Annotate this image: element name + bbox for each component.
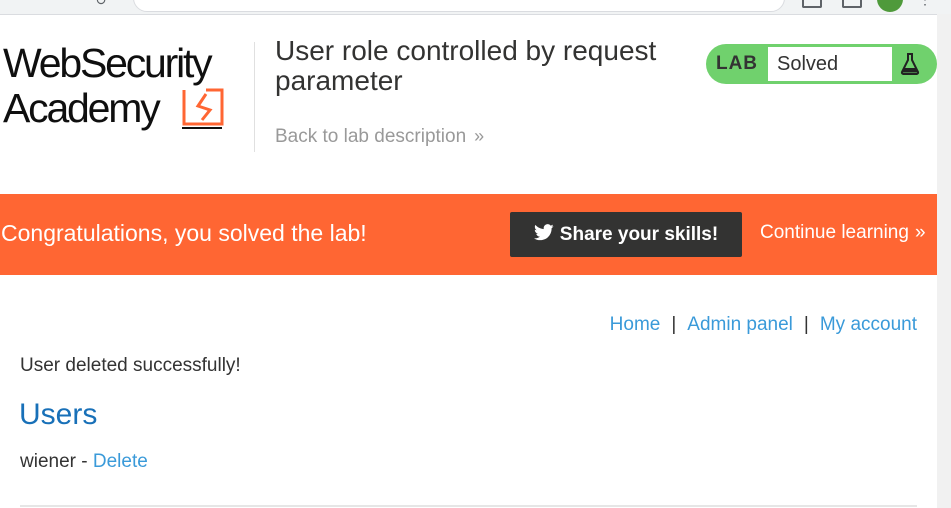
user-separator: - (75, 451, 93, 472)
address-bar[interactable] (133, 0, 785, 12)
continue-learning-link[interactable]: Continue learning» (760, 222, 925, 244)
share-skills-button[interactable]: Share your skills! (510, 212, 742, 257)
reload-icon[interactable]: ↻ (95, 0, 107, 9)
top-navigation: Home | Admin panel | My account (610, 314, 917, 336)
header-divider (254, 42, 255, 152)
logo-bolt-icon (182, 88, 224, 129)
lab-title: User role controlled by request paramete… (275, 35, 657, 96)
nav-separator: | (671, 314, 677, 335)
nav-admin-panel-link[interactable]: Admin panel (687, 314, 793, 335)
back-to-lab-description-link[interactable]: Back to lab description » (275, 126, 484, 148)
extensions-icon[interactable] (802, 0, 822, 8)
delete-user-link[interactable]: Delete (93, 451, 148, 472)
continue-learning-label: Continue learning (760, 222, 909, 243)
profile-avatar[interactable] (877, 0, 903, 12)
users-heading: Users (19, 398, 98, 431)
solved-banner: Congratulations, you solved the lab! Sha… (0, 194, 937, 275)
flask-icon (900, 53, 920, 75)
web-security-academy-logo[interactable]: WebSecurity Academy (3, 40, 253, 132)
user-row: wiener - Delete (20, 451, 148, 473)
congratulations-message: Congratulations, you solved the lab! (1, 220, 367, 246)
page-scrollbar[interactable] (937, 14, 951, 508)
nav-my-account-link[interactable]: My account (820, 314, 917, 335)
lab-status-widget: LAB Solved (706, 44, 937, 84)
logo-line2: Academy (3, 85, 161, 131)
logo-line1: WebSecurity (3, 40, 213, 86)
nav-separator: | (803, 314, 809, 335)
lab-badge: LAB (715, 53, 759, 74)
back-link-label: Back to lab description (275, 126, 467, 147)
browser-toolbar: ↻ ⋮ (0, 0, 951, 15)
twitter-icon (533, 224, 554, 241)
nav-home-link[interactable]: Home (610, 314, 661, 335)
chevron-right-icon: » (914, 222, 925, 243)
content-divider (20, 505, 917, 507)
user-name: wiener (20, 451, 76, 472)
menu-icon[interactable]: ⋮ (918, 0, 932, 6)
sidebar-icon[interactable] (842, 0, 862, 8)
status-message: User deleted successfully! (20, 355, 241, 376)
chevron-right-icon: » (474, 126, 484, 146)
lab-status-label: Solved (768, 47, 892, 81)
share-button-label: Share your skills! (559, 224, 719, 245)
